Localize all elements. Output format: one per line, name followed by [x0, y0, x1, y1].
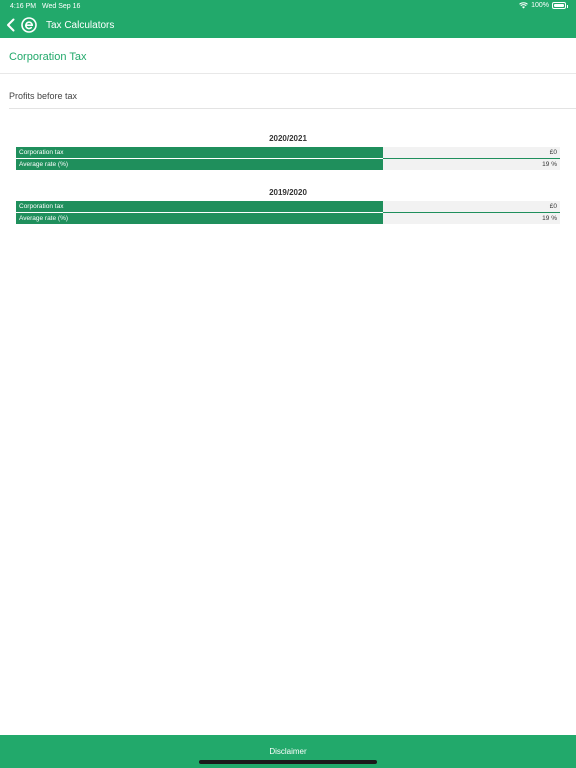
row-label: Average rate (%)	[16, 159, 383, 170]
row-value: £0	[383, 147, 560, 158]
result-block-2019-2020: 2019/2020 Corporation tax £0 Average rat…	[16, 187, 560, 224]
battery-icon	[552, 2, 568, 9]
row-label: Corporation tax	[16, 201, 383, 212]
back-button[interactable]	[4, 16, 18, 34]
nav-bar: Tax Calculators	[0, 13, 576, 38]
battery-percent: 100%	[531, 2, 549, 9]
row-value: £0	[383, 201, 560, 212]
status-time: 4:16 PM	[10, 3, 37, 10]
wifi-icon	[519, 2, 528, 9]
home-indicator	[199, 760, 377, 764]
input-underline	[9, 108, 576, 109]
year-title: 2019/2020	[269, 188, 307, 197]
disclaimer-button[interactable]: Disclaimer	[0, 735, 576, 756]
row-value: 19 %	[383, 213, 560, 224]
year-title: 2020/2021	[269, 134, 307, 143]
result-row: Corporation tax £0	[16, 147, 560, 158]
row-value: 19 %	[383, 159, 560, 170]
row-label: Corporation tax	[16, 147, 383, 158]
divider	[0, 73, 576, 74]
profits-input-label[interactable]: Profits before tax	[9, 91, 77, 101]
status-right: 100%	[519, 2, 568, 9]
result-block-2020-2021: 2020/2021 Corporation tax £0 Average rat…	[16, 133, 560, 170]
result-row: Average rate (%) 19 %	[16, 213, 560, 224]
result-row: Average rate (%) 19 %	[16, 159, 560, 170]
chevron-left-icon	[7, 18, 15, 32]
page-title: Corporation Tax	[9, 51, 87, 63]
nav-title: Tax Calculators	[46, 20, 115, 31]
app-logo-icon	[21, 17, 37, 33]
status-date: Wed Sep 16	[42, 3, 81, 10]
result-row: Corporation tax £0	[16, 201, 560, 212]
row-label: Average rate (%)	[16, 213, 383, 224]
status-bar: 4:16 PM Wed Sep 16 100%	[0, 0, 576, 13]
